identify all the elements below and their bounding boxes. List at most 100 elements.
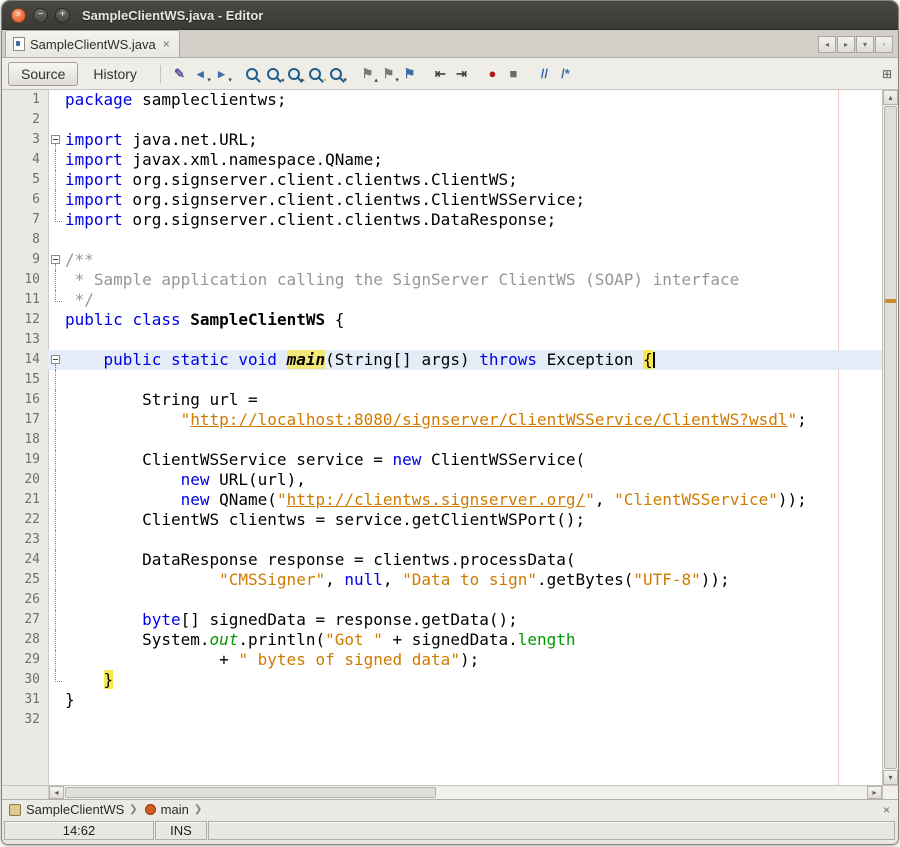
scroll-tabs-left-button[interactable]: ◂ <box>818 36 836 53</box>
code-line-2[interactable]: 2 <box>2 110 882 130</box>
code-line-24[interactable]: 24 DataResponse response = clientws.proc… <box>2 550 882 570</box>
line-number: 26 <box>2 590 48 610</box>
shift-line-right-icon[interactable]: ⇥ <box>451 63 472 85</box>
code-line-29[interactable]: 29 + " bytes of signed data"); <box>2 650 882 670</box>
code-line-5[interactable]: 5import org.signserver.client.clientws.C… <box>2 170 882 190</box>
previous-bookmark-icon[interactable]: ⚑▴ <box>357 63 378 85</box>
toolbar-options-icon[interactable]: ⊞ <box>882 67 892 81</box>
source-view-button[interactable]: Source <box>8 62 78 86</box>
code-line-19[interactable]: 19 ClientWSService service = new ClientW… <box>2 450 882 470</box>
code-line-18[interactable]: 18 <box>2 430 882 450</box>
code-line-31[interactable]: 31} <box>2 690 882 710</box>
code-text: public class SampleClientWS { <box>65 310 882 330</box>
code-line-14[interactable]: 14 public static void main(String[] args… <box>2 350 882 370</box>
back-icon[interactable]: ◂▾ <box>190 63 211 85</box>
line-number: 20 <box>2 470 48 490</box>
horizontal-scrollbar-track[interactable] <box>64 786 867 799</box>
code-line-20[interactable]: 20 new URL(url), <box>2 470 882 490</box>
opened-documents-list-button[interactable]: ▾ <box>856 36 874 53</box>
find-previous-occurrence-icon[interactable]: ◂ <box>263 63 284 85</box>
close-button[interactable]: × <box>11 8 26 23</box>
code-line-17[interactable]: 17 "http://localhost:8080/signserver/Cli… <box>2 410 882 430</box>
horizontal-scrollbar-thumb[interactable] <box>65 787 436 798</box>
code-line-25[interactable]: 25 "CMSSigner", null, "Data to sign".get… <box>2 570 882 590</box>
tab-sampleclientws[interactable]: SampleClientWS.java × <box>5 30 180 57</box>
code-line-12[interactable]: 12public class SampleClientWS { <box>2 310 882 330</box>
shift-line-left-icon[interactable]: ⇤ <box>430 63 451 85</box>
fold-column <box>48 230 65 250</box>
toggle-highlight-search-icon[interactable]: ▪ <box>305 63 326 85</box>
collapse-fold-icon[interactable] <box>51 135 60 144</box>
scroll-up-icon[interactable]: ▴ <box>883 90 898 105</box>
scroll-down-icon[interactable]: ▾ <box>883 770 898 785</box>
vertical-scrollbar[interactable]: ▴ ▾ <box>882 90 898 785</box>
breadcrumb-class[interactable]: SampleClientWS <box>26 802 124 817</box>
code-line-26[interactable]: 26 <box>2 590 882 610</box>
code-line-23[interactable]: 23 <box>2 530 882 550</box>
maximize-editor-button[interactable]: ▫ <box>875 36 893 53</box>
maximize-button[interactable]: + <box>55 8 70 23</box>
incremental-search-icon[interactable]: ▾ <box>326 63 347 85</box>
line-number: 15 <box>2 370 48 390</box>
next-bookmark-icon[interactable]: ⚑▾ <box>378 63 399 85</box>
collapse-fold-icon[interactable] <box>51 255 60 264</box>
toggle-uncomment-icon[interactable]: /* <box>555 63 576 85</box>
titlebar[interactable]: ×−+ SampleClientWS.java - Editor <box>2 1 898 30</box>
fold-start-marker[interactable] <box>48 350 65 370</box>
find-selection-icon[interactable] <box>242 63 263 85</box>
code-line-13[interactable]: 13 <box>2 330 882 350</box>
editor-lines[interactable]: 1package sampleclientws;23import java.ne… <box>2 90 882 785</box>
horizontal-scrollbar[interactable]: ◂ ▸ <box>2 785 898 799</box>
forward-icon[interactable]: ▸▾ <box>211 63 232 85</box>
code-line-15[interactable]: 15 <box>2 370 882 390</box>
code-line-28[interactable]: 28 System.out.println("Got " + signedDat… <box>2 630 882 650</box>
vertical-scrollbar-thumb[interactable] <box>884 106 897 769</box>
code-line-11[interactable]: 11 */ <box>2 290 882 310</box>
code-line-30[interactable]: 30 } <box>2 670 882 690</box>
tab-label: SampleClientWS.java <box>30 37 156 52</box>
last-edit-icon[interactable]: ✎ <box>169 63 190 85</box>
code-text: "http://localhost:8080/signserver/Client… <box>65 410 882 430</box>
breadcrumb-close-icon[interactable]: × <box>883 803 890 817</box>
error-stripe-caret-mark[interactable] <box>885 299 896 303</box>
code-line-4[interactable]: 4import javax.xml.namespace.QName; <box>2 150 882 170</box>
toggle-bookmark-icon[interactable]: ⚑ <box>399 63 420 85</box>
code-line-6[interactable]: 6import org.signserver.client.clientws.C… <box>2 190 882 210</box>
line-number: 3 <box>2 130 48 150</box>
history-view-button[interactable]: History <box>80 62 150 86</box>
scrollbar-corner-right <box>882 786 898 799</box>
scroll-right-icon[interactable]: ▸ <box>867 786 882 799</box>
breadcrumb-method[interactable]: main <box>161 802 189 817</box>
code-line-8[interactable]: 8 <box>2 230 882 250</box>
code-line-3[interactable]: 3import java.net.URL; <box>2 130 882 150</box>
scroll-tabs-right-button[interactable]: ▸ <box>837 36 855 53</box>
code-line-10[interactable]: 10 * Sample application calling the Sign… <box>2 270 882 290</box>
insert-mode-status[interactable]: INS <box>155 821 207 840</box>
code-line-27[interactable]: 27 byte[] signedData = response.getData(… <box>2 610 882 630</box>
code-line-21[interactable]: 21 new QName("http://clientws.signserver… <box>2 490 882 510</box>
code-line-22[interactable]: 22 ClientWS clientws = service.getClient… <box>2 510 882 530</box>
line-number: 19 <box>2 450 48 470</box>
toggle-comment-icon[interactable]: // <box>534 63 555 85</box>
collapse-fold-icon[interactable] <box>51 355 60 364</box>
method-icon <box>145 804 156 815</box>
stop-macro-recording-icon[interactable]: ■ <box>503 63 524 85</box>
code-line-1[interactable]: 1package sampleclientws; <box>2 90 882 110</box>
scroll-left-icon[interactable]: ◂ <box>49 786 64 799</box>
fold-start-marker[interactable] <box>48 250 65 270</box>
code-text <box>65 710 882 730</box>
code-line-9[interactable]: 9/** <box>2 250 882 270</box>
code-text: * Sample application calling the SignSer… <box>65 270 882 290</box>
code-line-32[interactable]: 32 <box>2 710 882 730</box>
fold-mid-marker <box>48 570 65 590</box>
start-macro-recording-icon[interactable]: ● <box>482 63 503 85</box>
line-number: 21 <box>2 490 48 510</box>
fold-start-marker[interactable] <box>48 130 65 150</box>
code-line-7[interactable]: 7import org.signserver.client.clientws.D… <box>2 210 882 230</box>
code-text: new QName("http://clientws.signserver.or… <box>65 490 882 510</box>
code-line-16[interactable]: 16 String url = <box>2 390 882 410</box>
tab-close-icon[interactable]: × <box>163 38 170 50</box>
minimize-button[interactable]: − <box>33 8 48 23</box>
code-text: /** <box>65 250 882 270</box>
find-next-occurrence-icon[interactable]: ▸ <box>284 63 305 85</box>
